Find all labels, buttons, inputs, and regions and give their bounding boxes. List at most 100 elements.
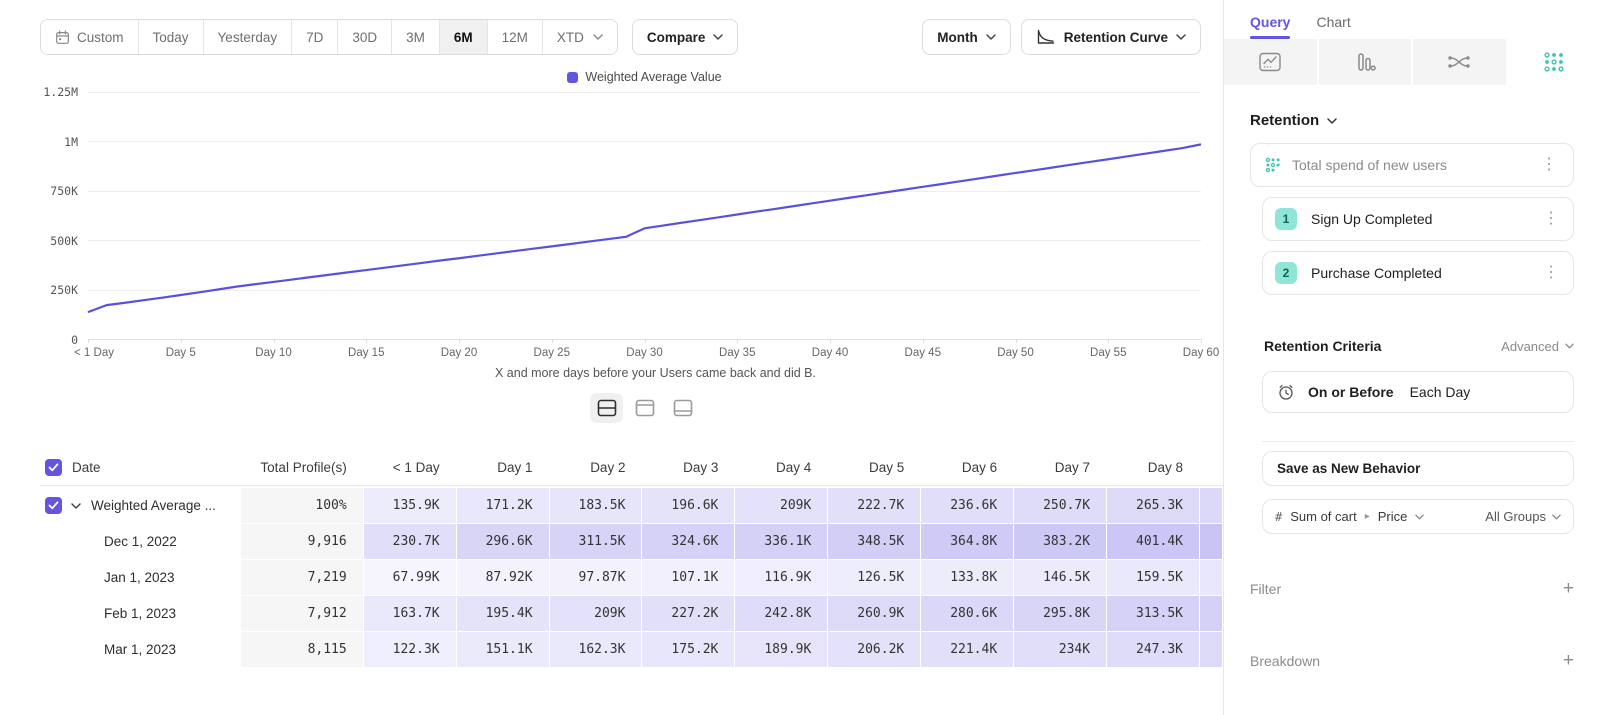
retention-report-app: CustomTodayYesterday7D30D3M6M12MXTD Comp… bbox=[0, 0, 1600, 715]
column-header: Total Profile(s) bbox=[241, 449, 363, 485]
report-main: CustomTodayYesterday7D30D3M6M12MXTD Comp… bbox=[0, 0, 1223, 715]
retention-value-cell: 250.7K bbox=[1014, 488, 1106, 523]
split-view-toggle-button[interactable] bbox=[590, 393, 623, 423]
retention-chart: 0250K500K750K1M1.25M bbox=[40, 92, 1201, 340]
table-view-icon bbox=[673, 399, 693, 417]
criteria-mode-dropdown[interactable]: Advanced bbox=[1501, 339, 1574, 354]
y-tick-label: 750K bbox=[50, 184, 78, 198]
total-profiles-cell: 7,912 bbox=[241, 596, 363, 631]
chart-plot-area[interactable] bbox=[88, 92, 1201, 340]
retention-value-cell: 195.4K bbox=[457, 596, 549, 631]
partial-day9-cell bbox=[1200, 596, 1222, 631]
step-row-1[interactable]: 1 Sign Up Completed ⋮ bbox=[1262, 197, 1574, 241]
x-tick-label: Day 30 bbox=[626, 347, 662, 359]
column-header: Day 6 bbox=[921, 449, 1013, 485]
kebab-menu-icon[interactable]: ⋮ bbox=[1537, 155, 1561, 175]
tab-chart[interactable]: Chart bbox=[1316, 14, 1350, 39]
clock-icon bbox=[1277, 383, 1295, 401]
table-row[interactable]: Mar 1, 20238,115122.3K151.1K162.3K175.2K… bbox=[40, 632, 1223, 668]
save-as-new-behavior-button[interactable]: Save as New Behavior bbox=[1262, 451, 1574, 486]
y-tick-label: 1.25M bbox=[43, 85, 78, 99]
date-range-custom[interactable]: Custom bbox=[41, 20, 139, 54]
chart-view-toggle-button[interactable] bbox=[628, 393, 661, 423]
sidebar-tabs: Query Chart bbox=[1224, 0, 1600, 39]
retention-curve-icon bbox=[1036, 29, 1056, 45]
chart-type-label: Retention Curve bbox=[1064, 30, 1168, 45]
y-tick-label: 250K bbox=[50, 283, 78, 297]
tile-insights[interactable] bbox=[1224, 39, 1317, 85]
tab-query[interactable]: Query bbox=[1250, 14, 1290, 39]
criteria-label: Retention Criteria bbox=[1264, 338, 1381, 354]
retention-value-cell: 159.5K bbox=[1107, 560, 1199, 595]
tile-funnels[interactable] bbox=[1319, 39, 1412, 85]
column-header: Day 7 bbox=[1014, 449, 1106, 485]
retention-value-cell: 242.8K bbox=[735, 596, 827, 631]
split-view-icon bbox=[597, 399, 617, 417]
column-header: Day 2 bbox=[550, 449, 642, 485]
date-range-7d[interactable]: 7D bbox=[292, 20, 338, 54]
table-row[interactable]: Jan 1, 20237,21967.99K87.92K97.87K107.1K… bbox=[40, 560, 1223, 596]
date-range-30d[interactable]: 30D bbox=[338, 20, 392, 54]
retention-value-cell: 135.9K bbox=[364, 488, 456, 523]
x-tick bbox=[737, 339, 738, 343]
chart-type-button[interactable]: Retention Curve bbox=[1021, 19, 1201, 55]
partial-day9-cell bbox=[1200, 488, 1222, 523]
measure-property: Price bbox=[1378, 509, 1408, 524]
partial-day9-cell bbox=[1200, 560, 1222, 595]
compare-label: Compare bbox=[647, 30, 706, 45]
retention-value-cell: 348.5K bbox=[828, 524, 920, 559]
table-row[interactable]: Feb 1, 20237,912163.7K195.4K209K227.2K24… bbox=[40, 596, 1223, 632]
timing-card[interactable]: On or Before Each Day bbox=[1262, 371, 1574, 413]
insights-icon bbox=[1259, 52, 1281, 72]
date-range-12m[interactable]: 12M bbox=[488, 20, 543, 54]
weighted-average-line bbox=[88, 144, 1201, 312]
step-row-2[interactable]: 2 Purchase Completed ⋮ bbox=[1262, 251, 1574, 295]
date-range-xtd[interactable]: XTD bbox=[543, 20, 617, 54]
partial-day9-cell bbox=[1200, 632, 1222, 667]
date-range-today[interactable]: Today bbox=[139, 20, 204, 54]
date-range-3m[interactable]: 3M bbox=[392, 20, 440, 54]
date-column-header: Date bbox=[72, 460, 101, 475]
date-range-yesterday[interactable]: Yesterday bbox=[204, 20, 293, 54]
chevron-down-icon[interactable] bbox=[71, 503, 81, 509]
row-checkbox[interactable] bbox=[45, 497, 62, 514]
x-tick bbox=[552, 339, 553, 343]
x-tick-label: Day 10 bbox=[255, 347, 291, 359]
behavior-card[interactable]: Total spend of new users ⋮ bbox=[1250, 143, 1574, 187]
tile-retention[interactable] bbox=[1508, 39, 1600, 85]
chevron-down-icon bbox=[1327, 118, 1337, 124]
report-toolbar: CustomTodayYesterday7D30D3M6M12MXTD Comp… bbox=[40, 19, 1201, 55]
report-type-dropdown[interactable]: Retention bbox=[1250, 112, 1574, 129]
retention-value-cell: 227.2K bbox=[642, 596, 734, 631]
x-tick-label: Day 25 bbox=[534, 347, 570, 359]
table-row[interactable]: Dec 1, 20229,916230.7K296.6K311.5K324.6K… bbox=[40, 524, 1223, 560]
column-header: < 1 Day bbox=[364, 449, 456, 485]
partial-day9-cell bbox=[1200, 524, 1222, 559]
table-view-toggle-button[interactable] bbox=[666, 393, 699, 423]
total-profiles-cell: 7,219 bbox=[241, 560, 363, 595]
number-property-icon: # bbox=[1275, 510, 1282, 524]
retention-value-cell: 122.3K bbox=[364, 632, 456, 667]
kebab-menu-icon[interactable]: ⋮ bbox=[1539, 263, 1563, 283]
date-range-6m[interactable]: 6M bbox=[440, 20, 488, 54]
retention-value-cell: 234K bbox=[1014, 632, 1106, 667]
add-filter-button[interactable]: + bbox=[1563, 578, 1574, 600]
retention-value-cell: 247.3K bbox=[1107, 632, 1199, 667]
retention-value-cell: 260.9K bbox=[828, 596, 920, 631]
kebab-menu-icon[interactable]: ⋮ bbox=[1539, 209, 1563, 229]
retention-value-cell: 401.4K bbox=[1107, 524, 1199, 559]
granularity-label: Month bbox=[937, 30, 977, 45]
select-all-checkbox[interactable] bbox=[45, 459, 62, 476]
behavior-title: Total spend of new users bbox=[1292, 157, 1526, 173]
tile-flows[interactable] bbox=[1413, 39, 1506, 85]
table-row[interactable]: Weighted Average ...100%135.9K171.2K183.… bbox=[40, 488, 1223, 524]
compare-button[interactable]: Compare bbox=[632, 19, 739, 55]
measure-row[interactable]: # Sum of cart ▸ Price All Groups bbox=[1262, 499, 1574, 534]
retention-value-cell: 67.99K bbox=[364, 560, 456, 595]
add-breakdown-button[interactable]: + bbox=[1563, 650, 1574, 672]
retention-value-cell: 280.6K bbox=[921, 596, 1013, 631]
row-label: Weighted Average ... bbox=[91, 498, 216, 513]
group-dropdown[interactable]: All Groups bbox=[1485, 509, 1561, 524]
granularity-button[interactable]: Month bbox=[922, 19, 1010, 55]
column-header: Day 4 bbox=[735, 449, 827, 485]
